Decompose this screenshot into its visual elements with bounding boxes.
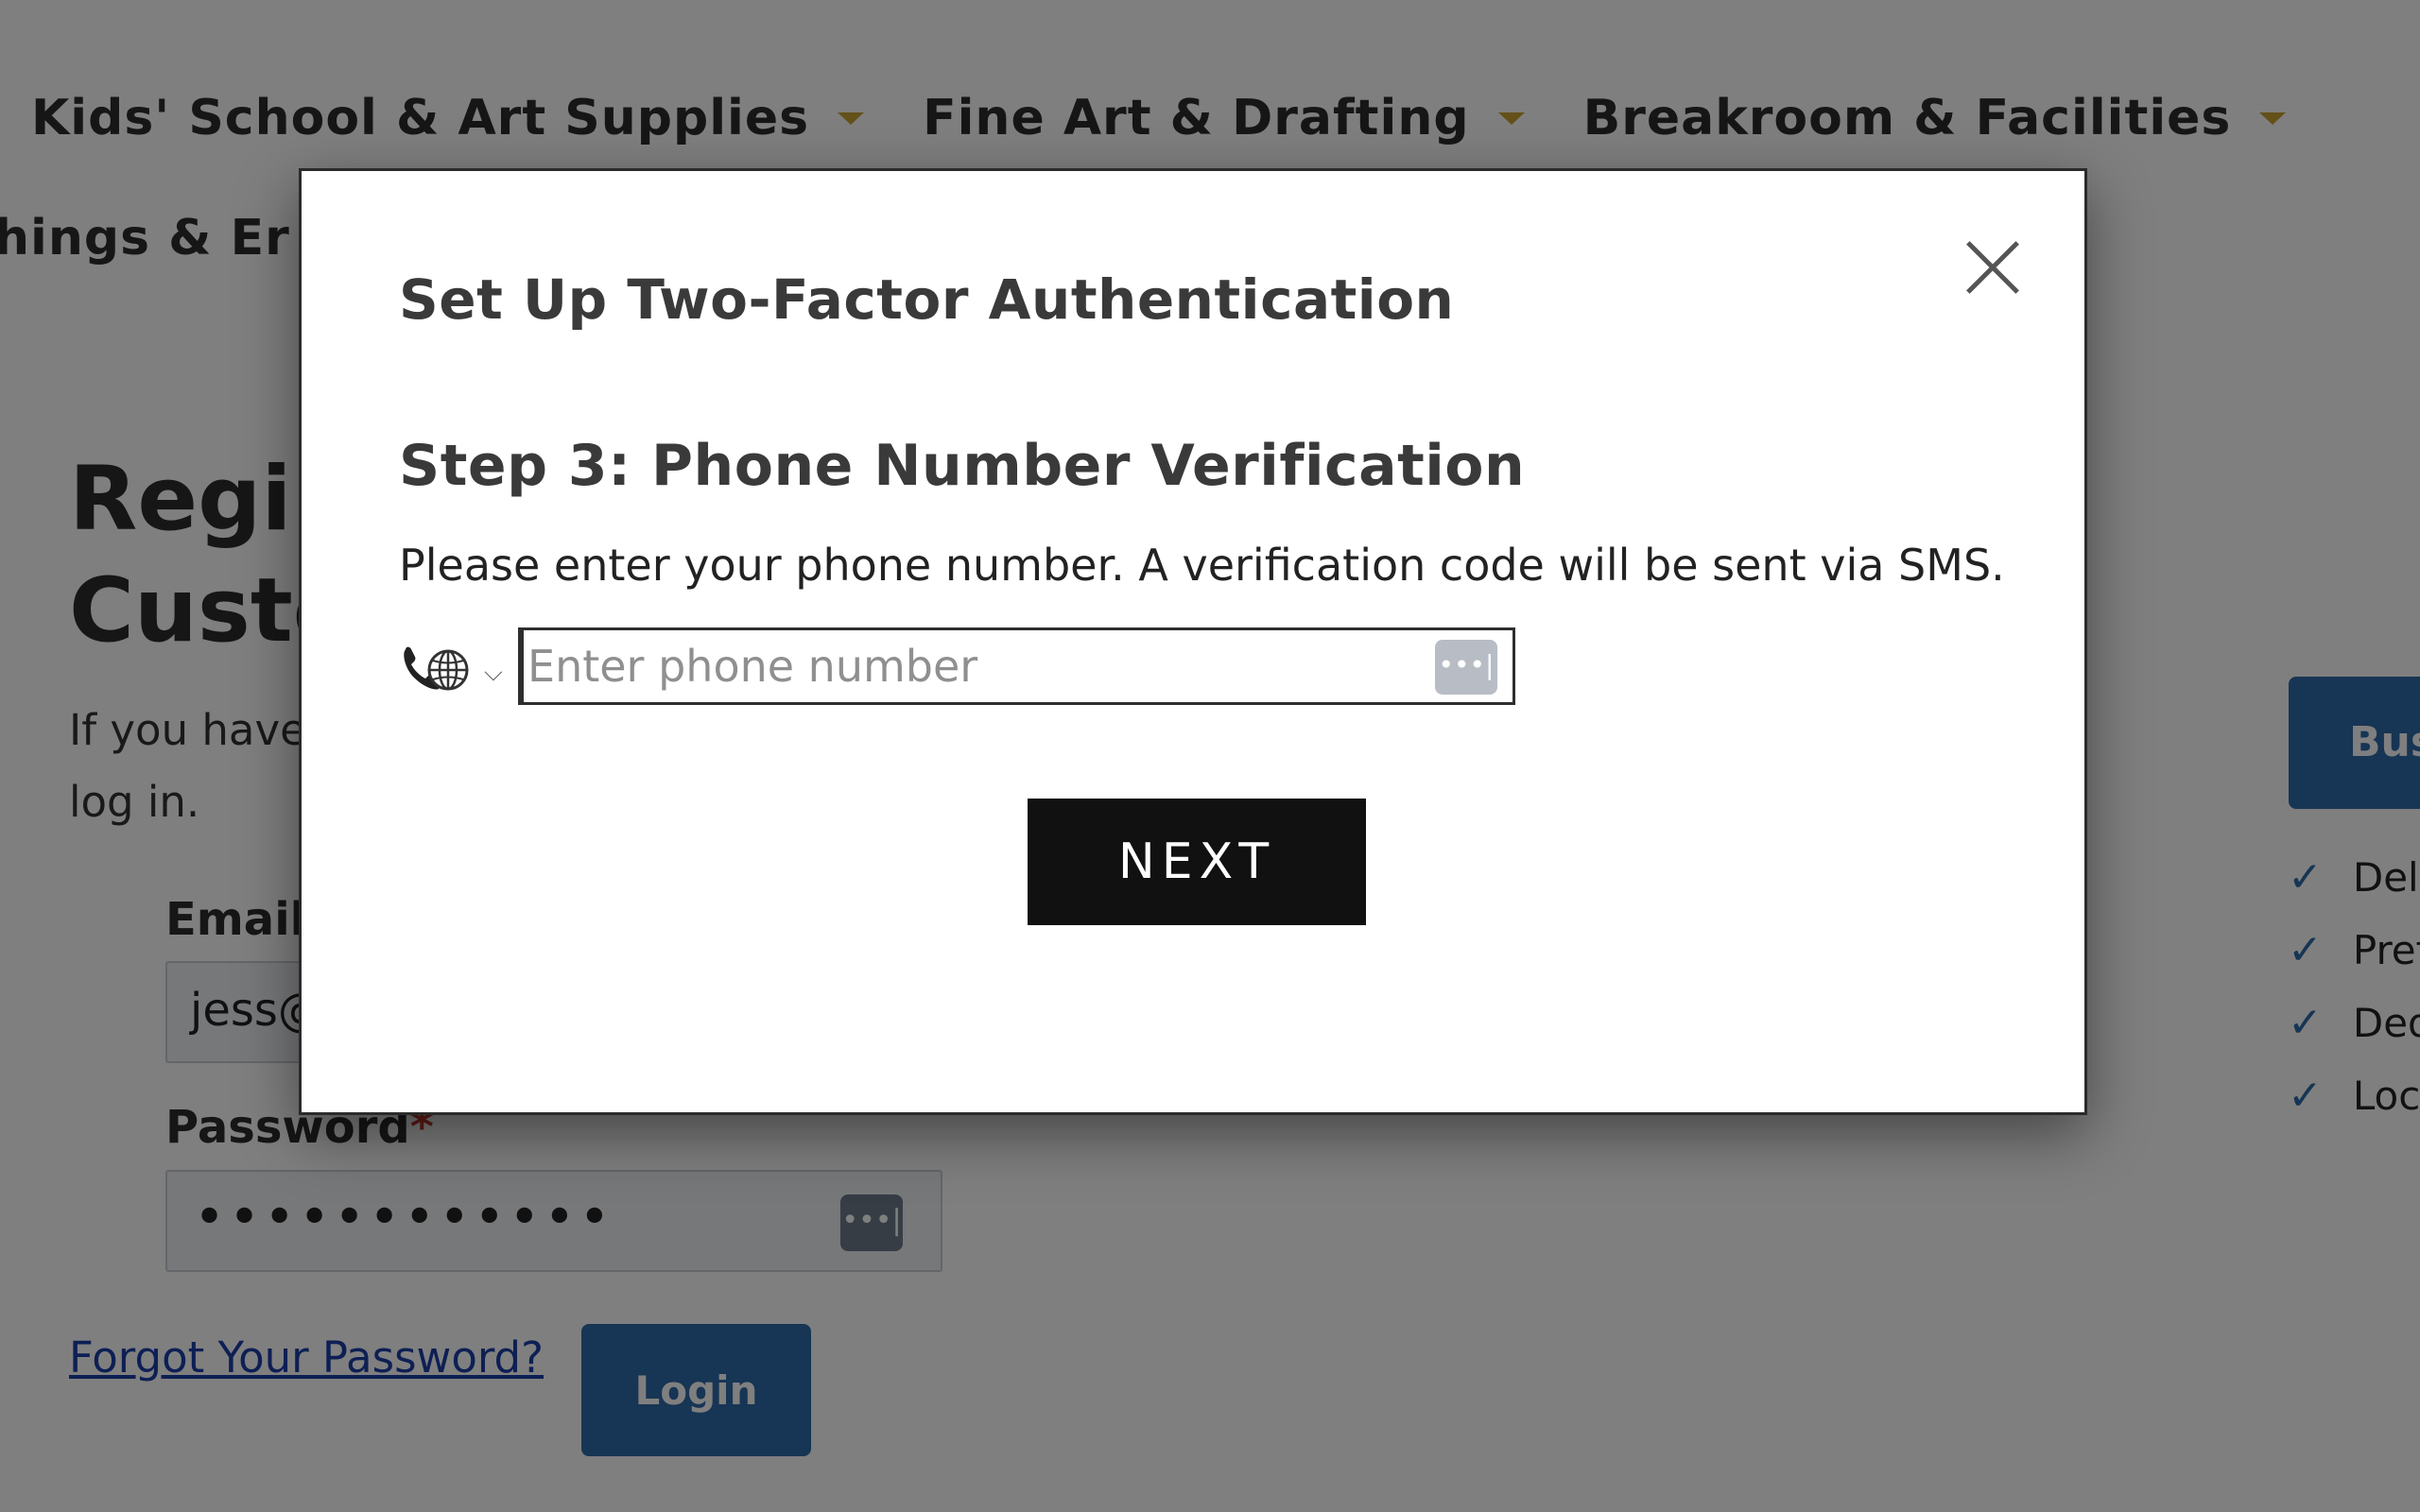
next-button[interactable]: NEXT bbox=[1028, 799, 1366, 925]
page: Kids' School & Art Supplies Fine Art & D… bbox=[0, 0, 2420, 1512]
password-manager-icon[interactable]: •••| bbox=[1435, 640, 1497, 695]
country-code-select[interactable]: ⌵ bbox=[399, 639, 512, 701]
phone-number-input[interactable] bbox=[521, 630, 1512, 702]
globe-phone-icon bbox=[404, 646, 469, 691]
phone-field: •••| bbox=[518, 627, 1515, 705]
step-title: Step 3: Phone Number Verification bbox=[399, 433, 1526, 499]
step-description: Please enter your phone number. A verifi… bbox=[399, 540, 2005, 591]
two-factor-modal: Set Up Two-Factor Authentication Step 3:… bbox=[299, 168, 2087, 1115]
close-icon[interactable] bbox=[1962, 237, 2023, 298]
chevron-down-icon: ⌵ bbox=[484, 658, 503, 687]
modal-title: Set Up Two-Factor Authentication bbox=[399, 267, 1455, 332]
